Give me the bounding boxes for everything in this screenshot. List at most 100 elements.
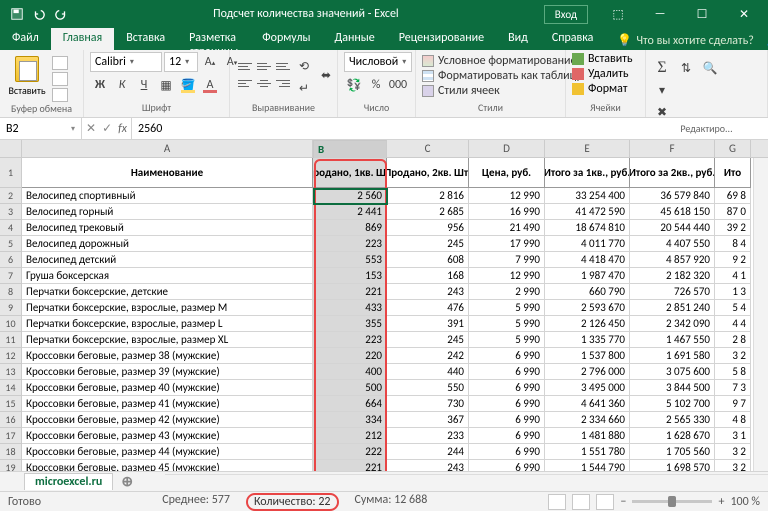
fill-icon[interactable]: ▾ xyxy=(652,80,672,100)
col-header-f[interactable]: F xyxy=(630,140,715,157)
align-center-icon[interactable] xyxy=(255,76,273,92)
undo-icon[interactable] xyxy=(32,7,46,21)
table-row[interactable]: 9 Перчатки боксерские, взрослые, размер … xyxy=(0,300,768,316)
ribbon-options-icon[interactable]: ⬚ xyxy=(598,0,638,28)
new-sheet-icon[interactable]: ⊕ xyxy=(115,473,139,490)
cancel-formula-icon[interactable]: ✕ xyxy=(86,121,96,136)
paste-button[interactable]: Вставить xyxy=(6,52,48,97)
align-bottom-icon[interactable] xyxy=(274,59,292,75)
align-top-icon[interactable] xyxy=(236,59,254,75)
table-row[interactable]: 3 Велосипед горный 2 441 2 685 16 990 41… xyxy=(0,204,768,220)
table-row[interactable]: 5 Велосипед дорожный 223 245 17 990 4 01… xyxy=(0,236,768,252)
zoom-in-icon[interactable]: + xyxy=(718,495,724,509)
comma-icon[interactable]: 000 xyxy=(388,75,408,95)
zoom-slider[interactable] xyxy=(632,500,712,503)
cell-styles-button[interactable]: Стили ячеек xyxy=(422,84,581,98)
find-icon[interactable]: 🔍 xyxy=(700,58,720,78)
tell-me[interactable]: 💡Что вы хотите сделать? xyxy=(605,28,765,50)
table-row[interactable]: 6 Велосипед детский 553 608 7 990 4 418 … xyxy=(0,252,768,268)
table-row[interactable]: 15 Кроссовки беговые, размер 41 (мужские… xyxy=(0,396,768,412)
sheet-tab[interactable]: microexcel.ru xyxy=(24,473,113,490)
orientation-icon[interactable]: ⟲ xyxy=(294,56,314,76)
currency-icon[interactable]: 💱 xyxy=(344,75,364,95)
align-middle-icon[interactable] xyxy=(255,59,273,75)
col-header-g[interactable]: G xyxy=(715,140,751,157)
zoom-out-icon[interactable]: − xyxy=(620,495,626,509)
format-cells-button[interactable]: Формат xyxy=(572,82,633,96)
view-layout-icon[interactable] xyxy=(572,494,590,510)
table-row[interactable]: 13 Кроссовки беговые, размер 39 (мужские… xyxy=(0,364,768,380)
insert-cells-button[interactable]: Вставить xyxy=(572,52,633,66)
view-normal-icon[interactable] xyxy=(548,494,566,510)
redo-icon[interactable] xyxy=(54,7,68,21)
underline-icon[interactable]: Ч xyxy=(134,75,154,95)
vertical-scrollbar[interactable] xyxy=(753,158,768,471)
tab-insert[interactable]: Вставка xyxy=(114,28,177,50)
tab-home[interactable]: Главная xyxy=(51,28,114,50)
view-break-icon[interactable] xyxy=(596,494,614,510)
border-icon[interactable]: ▦ xyxy=(156,75,176,95)
table-row[interactable]: 12 Кроссовки беговые, размер 38 (мужские… xyxy=(0,348,768,364)
sort-filter-icon[interactable]: ⇅ xyxy=(676,58,696,78)
font-color-icon[interactable]: A xyxy=(200,75,220,95)
col-header-b[interactable]: B xyxy=(313,140,387,160)
fill-color-icon[interactable]: 🪣 xyxy=(178,75,198,95)
tab-formulas[interactable]: Формулы xyxy=(250,28,322,50)
table-row[interactable]: 7 Груша боксерская 153 168 12 990 1 987 … xyxy=(0,268,768,284)
ribbon-tabs: Файл Главная Вставка Разметка страницы Ф… xyxy=(0,28,768,50)
table-row[interactable]: 17 Кроссовки беговые, размер 43 (мужские… xyxy=(0,428,768,444)
table-row[interactable]: 4 Велосипед трековый 869 956 21 490 18 6… xyxy=(0,220,768,236)
format-as-table-button[interactable]: Форматировать как таблицу xyxy=(422,69,581,83)
tab-view[interactable]: Вид xyxy=(496,28,540,50)
tab-file[interactable]: Файл xyxy=(0,28,51,50)
minimize-icon[interactable]: — xyxy=(640,0,680,28)
align-right-icon[interactable] xyxy=(274,76,292,92)
table-row[interactable]: 19 Кроссовки беговые, размер 45 (мужские… xyxy=(0,460,768,471)
wrap-text-icon[interactable]: ↵ xyxy=(294,78,314,98)
col-header-a[interactable]: A xyxy=(22,140,313,157)
table-row[interactable]: 18 Кроссовки беговые, размер 44 (мужские… xyxy=(0,444,768,460)
tab-data[interactable]: Данные xyxy=(322,28,386,50)
select-all-corner[interactable] xyxy=(0,140,22,157)
enter-formula-icon[interactable]: ✓ xyxy=(102,121,112,136)
font-name-select[interactable]: Calibri▾ xyxy=(90,52,162,72)
horizontal-scrollbar[interactable] xyxy=(165,474,768,489)
tab-help[interactable]: Справка xyxy=(540,28,606,50)
tab-layout[interactable]: Разметка страницы xyxy=(177,28,250,50)
clear-icon[interactable]: ✖ xyxy=(652,102,672,122)
align-left-icon[interactable] xyxy=(236,76,254,92)
close-icon[interactable]: ✕ xyxy=(724,0,764,28)
col-header-c[interactable]: C xyxy=(387,140,469,157)
group-font: Шрифт xyxy=(90,101,223,115)
table-row[interactable]: 16 Кроссовки беговые, размер 42 (мужские… xyxy=(0,412,768,428)
status-bar: Готово Среднее: 577 Количество: 22 Сумма… xyxy=(0,491,768,511)
title-bar: Подсчет количества значений - Excel Вход… xyxy=(0,0,768,28)
italic-icon[interactable]: К xyxy=(112,75,132,95)
maximize-icon[interactable]: ☐ xyxy=(682,0,722,28)
table-row[interactable]: 2 Велосипед спортивный 2 560 2 816 12 99… xyxy=(0,188,768,204)
merge-icon[interactable]: ⬌ xyxy=(316,65,336,85)
copy-icon[interactable] xyxy=(52,72,68,86)
fx-icon[interactable]: fx xyxy=(118,122,127,136)
autosum-icon[interactable]: Σ xyxy=(652,58,672,78)
name-box[interactable]: B2▾ xyxy=(0,118,82,139)
bold-icon[interactable]: Ж xyxy=(90,75,110,95)
login-button[interactable]: Вход xyxy=(544,5,588,24)
table-row[interactable]: 14 Кроссовки беговые, размер 40 (мужские… xyxy=(0,380,768,396)
table-row[interactable]: 11 Перчатки боксерские, взрослые, размер… xyxy=(0,332,768,348)
table-row[interactable]: 10 Перчатки боксерские, взрослые, размер… xyxy=(0,316,768,332)
table-row[interactable]: 8 Перчатки боксерские, детские 221 243 2… xyxy=(0,284,768,300)
number-format-select[interactable]: Числовой▾ xyxy=(344,52,412,72)
col-header-e[interactable]: E xyxy=(545,140,630,157)
cut-icon[interactable] xyxy=(52,56,68,70)
group-clipboard: Буфер обмена xyxy=(6,102,77,116)
conditional-format-button[interactable]: Условное форматирование xyxy=(422,54,581,68)
tab-review[interactable]: Рецензирование xyxy=(387,28,496,50)
delete-cells-button[interactable]: Удалить xyxy=(572,67,633,81)
save-icon[interactable] xyxy=(10,7,24,21)
col-header-d[interactable]: D xyxy=(469,140,545,157)
font-size-select[interactable]: 12▾ xyxy=(164,52,198,72)
grow-font-icon[interactable]: A▴ xyxy=(200,52,220,72)
percent-icon[interactable]: % xyxy=(366,75,386,95)
format-painter-icon[interactable] xyxy=(52,88,68,102)
